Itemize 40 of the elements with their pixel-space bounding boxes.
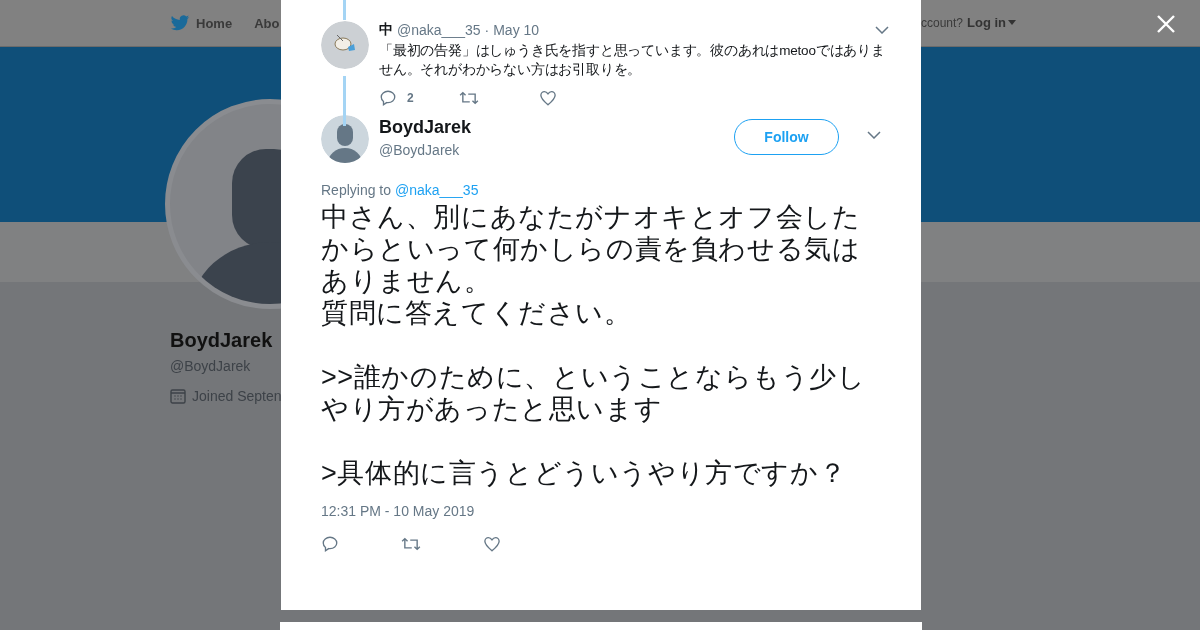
author-name[interactable]: 中	[379, 21, 393, 39]
author-name[interactable]: BoydJarek	[379, 117, 724, 138]
mention-link[interactable]: @naka___35	[394, 182, 479, 198]
profile-name: BoydJarek	[170, 329, 273, 352]
follow-button[interactable]: Follow	[734, 119, 839, 155]
close-icon[interactable]	[1156, 14, 1176, 34]
home-link[interactable]: Home	[170, 14, 233, 32]
tweet-text-line: >>誰かのために、ということならもう少し	[321, 361, 866, 393]
replying-to-text: Replying to @naka___35	[321, 182, 480, 198]
tweet-text: 「最初の告発」はしゅうき氏を指すと思っています。彼のあれはmetooではありません。それがわからない方はお引取りを。	[379, 42, 886, 79]
account-prompt: ccount?	[921, 15, 964, 30]
chevron-down-icon[interactable]	[867, 131, 881, 139]
caret-icon	[1008, 20, 1017, 25]
separator-dot: ·	[484, 22, 490, 38]
retweet-icon[interactable]	[401, 535, 421, 553]
tweet-date[interactable]: May 10	[493, 22, 540, 38]
tweet-text-line: 質問に答えてください。	[321, 297, 632, 329]
avatar-icon[interactable]	[321, 21, 369, 69]
avatar-icon[interactable]	[321, 115, 369, 163]
calendar-icon	[170, 388, 186, 404]
about-link[interactable]: Abo	[254, 15, 280, 31]
login-link[interactable]: Log in	[967, 15, 1017, 30]
tweet-text-line: やり方があったと思います	[321, 393, 663, 425]
reply-icon[interactable]	[379, 89, 397, 107]
heart-icon[interactable]	[483, 535, 501, 553]
reply-icon[interactable]	[321, 535, 339, 553]
heart-icon[interactable]	[539, 89, 557, 107]
author-handle[interactable]: @BoydJarek	[379, 142, 724, 158]
tweet-text-line: ありません。	[321, 265, 492, 297]
joined-date: Joined Septen	[192, 388, 282, 404]
bird-icon	[170, 14, 190, 32]
tweet-text-line: からといって何かしらの責を負わせる気は	[321, 233, 861, 265]
retweet-icon[interactable]	[459, 89, 479, 107]
author-handle[interactable]: @naka___35	[397, 22, 481, 38]
tweet-timestamp[interactable]: 12:31 PM - 10 May 2019	[321, 503, 881, 519]
reply-count: 2	[407, 91, 414, 105]
tweet-text-line: >具体的に言うとどういうやり方ですか？	[321, 457, 847, 489]
chevron-down-icon[interactable]	[875, 26, 889, 34]
tweet-text-line: 中さん、別にあなたがナオキとオフ会した	[321, 201, 861, 233]
profile-handle: @BoydJarek	[170, 358, 251, 374]
